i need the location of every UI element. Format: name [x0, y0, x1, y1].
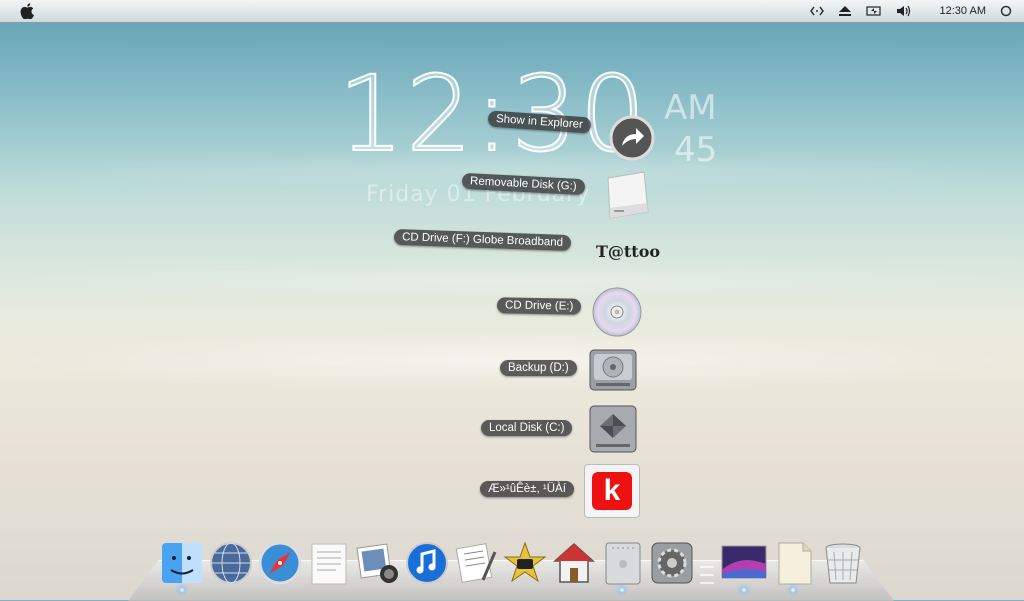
- documents-icon[interactable]: [771, 540, 817, 586]
- cd-icon[interactable]: [591, 286, 643, 343]
- removable-disk-icon[interactable]: [600, 168, 652, 227]
- network-icon[interactable]: [208, 540, 254, 586]
- menu-bar: 12:30 AM: [0, 0, 1024, 23]
- stack-item-cd-drive-f[interactable]: CD Drive (F:) Globe Broadband: [393, 228, 572, 252]
- itunes-icon[interactable]: [404, 540, 450, 586]
- volume-icon[interactable]: [896, 5, 912, 17]
- desktop-picture-icon[interactable]: [720, 540, 767, 586]
- running-indicator: [619, 587, 625, 593]
- apple-logo-icon[interactable]: [16, 0, 38, 22]
- stack-item-label: CD Drive (F:) Globe Broadband: [393, 228, 572, 252]
- running-indicator: [179, 587, 185, 593]
- safari-icon[interactable]: [257, 540, 303, 586]
- battery-icon[interactable]: [865, 5, 882, 17]
- stack-item-label: CD Drive (E:): [496, 297, 582, 315]
- k-app-letter: k: [592, 472, 632, 510]
- finder-icon[interactable]: [159, 540, 205, 586]
- stack-item-removable-disk[interactable]: Removable Disk (G:): [461, 172, 586, 196]
- trash-icon[interactable]: [820, 540, 866, 586]
- home-icon[interactable]: [551, 540, 597, 586]
- spotlight-icon[interactable]: [1000, 5, 1012, 17]
- iphoto-icon[interactable]: [355, 540, 401, 586]
- stack-item-label: Local Disk (C:): [481, 420, 573, 436]
- stack-item-backup-d[interactable]: Backup (D:): [500, 360, 577, 376]
- stack-item-label: Backup (D:): [500, 360, 577, 376]
- script-editor-icon[interactable]: [453, 540, 499, 586]
- system-preferences-icon[interactable]: [649, 540, 695, 586]
- clock-ampm: AM: [664, 88, 717, 128]
- k-app-icon[interactable]: k: [584, 464, 640, 518]
- code-brackets-icon[interactable]: [809, 5, 824, 17]
- clock-seconds: 45: [674, 130, 718, 170]
- tattoo-logo-icon[interactable]: T@ttoo: [596, 242, 660, 261]
- stack-item-k-app[interactable]: Æ»¹ûÊè±, ¹ÜÀí: [480, 481, 574, 497]
- windows-drive-icon[interactable]: [588, 404, 638, 459]
- stack-item-show-in-explorer[interactable]: Show in Explorer: [487, 110, 592, 134]
- dock-separator: [700, 566, 714, 592]
- imovie-icon[interactable]: [502, 540, 548, 586]
- running-indicator: [741, 587, 747, 593]
- hard-drive-icon[interactable]: [588, 346, 638, 399]
- stack-item-label: Removable Disk (G:): [461, 172, 586, 196]
- stack-item-local-disk-c[interactable]: Local Disk (C:): [481, 420, 573, 436]
- mac-pro-icon[interactable]: [600, 540, 646, 586]
- textedit-icon[interactable]: [306, 540, 352, 586]
- eject-icon[interactable]: [838, 5, 852, 17]
- running-indicator: [790, 587, 796, 593]
- stack-item-cd-drive-e[interactable]: CD Drive (E:): [496, 297, 582, 315]
- stack-item-label: Æ»¹ûÊè±, ¹ÜÀí: [480, 481, 574, 497]
- arrow-circle-icon[interactable]: [608, 114, 656, 167]
- menubar-clock[interactable]: 12:30 AM: [940, 5, 986, 17]
